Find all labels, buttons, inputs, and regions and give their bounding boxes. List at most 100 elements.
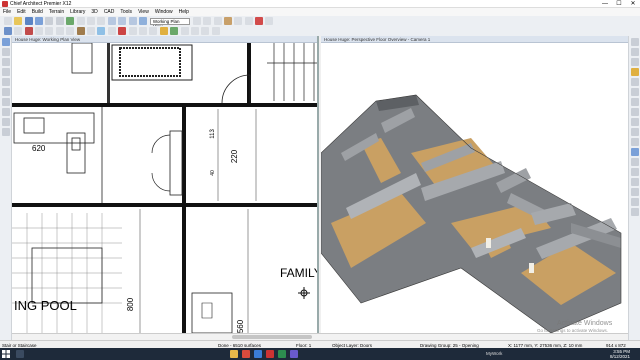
copy-icon[interactable]	[87, 17, 96, 25]
stair-icon[interactable]	[107, 27, 116, 35]
edge-icon[interactable]	[254, 350, 262, 358]
watercolor-icon[interactable]	[631, 168, 639, 176]
grid-icon[interactable]	[2, 98, 10, 106]
select-icon[interactable]	[3, 27, 12, 35]
delete-object-icon[interactable]	[24, 27, 33, 35]
menu-build[interactable]: Build	[29, 8, 46, 15]
reflect-icon[interactable]	[55, 27, 64, 35]
media-icon[interactable]	[290, 350, 298, 358]
export-icon[interactable]	[631, 208, 639, 216]
camera-tools-icon[interactable]	[631, 98, 639, 106]
menu-file[interactable]: File	[0, 8, 14, 15]
snap-icon[interactable]	[2, 108, 10, 116]
terrain-icon[interactable]	[170, 27, 179, 35]
technical-icon[interactable]	[631, 178, 639, 186]
taskbar-app-label[interactable]: MyWork	[486, 351, 502, 356]
zoom-in-icon[interactable]	[107, 17, 116, 25]
floor-down-icon[interactable]	[213, 17, 222, 25]
search-icon[interactable]	[16, 350, 24, 358]
menu-window[interactable]: Window	[152, 8, 176, 15]
menu-library[interactable]: Library	[67, 8, 88, 15]
dollhouse-icon[interactable]	[631, 128, 639, 136]
paste-icon[interactable]	[97, 17, 106, 25]
move-icon[interactable]	[45, 27, 54, 35]
orbit-icon[interactable]	[2, 58, 10, 66]
library-icon[interactable]	[149, 27, 158, 35]
print-icon[interactable]	[35, 17, 44, 25]
horizontal-scrollbar[interactable]	[12, 333, 628, 340]
save-icon[interactable]	[24, 17, 33, 25]
backdrop-icon[interactable]	[631, 78, 639, 86]
glass-house-icon[interactable]	[631, 158, 639, 166]
chrome-icon[interactable]	[242, 350, 250, 358]
menu-edit[interactable]: Edit	[14, 8, 29, 15]
cad-line-icon[interactable]	[138, 27, 147, 35]
help-icon[interactable]	[265, 17, 274, 25]
file-explorer-icon[interactable]	[230, 350, 238, 358]
overview-icon[interactable]	[631, 138, 639, 146]
fill-window-icon[interactable]	[128, 17, 137, 25]
cut-icon[interactable]	[76, 17, 85, 25]
walk-icon[interactable]	[2, 68, 10, 76]
text-icon[interactable]	[234, 17, 243, 25]
window-tool-icon[interactable]	[97, 27, 106, 35]
delete-icon[interactable]	[255, 17, 264, 25]
menu-terrain[interactable]: Terrain	[46, 8, 67, 15]
light-icon[interactable]	[631, 68, 639, 76]
vision-icon[interactable]	[631, 148, 639, 156]
scrollbar-thumb[interactable]	[232, 335, 312, 339]
electrical-icon[interactable]	[190, 27, 199, 35]
elevation-icon[interactable]	[631, 108, 639, 116]
material-icon[interactable]	[201, 27, 210, 35]
wall-icon[interactable]	[223, 17, 232, 25]
redo-icon[interactable]	[55, 17, 64, 25]
dimension-icon[interactable]	[244, 17, 253, 25]
3d-view-pane[interactable]: House Huge: Perspective Floor Overview -…	[321, 36, 628, 333]
clock[interactable]: 3:55 PM 8/12/2021	[610, 349, 630, 359]
menu-view[interactable]: View	[135, 8, 152, 15]
menu-3d[interactable]: 3D	[88, 8, 100, 15]
select-arrow-icon[interactable]	[2, 38, 10, 46]
render-icon[interactable]	[631, 58, 639, 66]
lighting-icon[interactable]	[159, 27, 168, 35]
toolbar-option-icon[interactable]	[631, 38, 639, 46]
pan-icon[interactable]	[2, 48, 10, 56]
plan-view-pane[interactable]: House Huge: Working Plan View 620 220 80…	[12, 36, 319, 333]
room-icon[interactable]	[128, 27, 137, 35]
measure-icon[interactable]	[2, 88, 10, 96]
line-drawing-icon[interactable]	[631, 188, 639, 196]
layer-icon[interactable]	[192, 17, 201, 25]
view-dropdown[interactable]: Working Plan View	[149, 17, 190, 29]
camera-icon[interactable]	[138, 17, 147, 25]
maximize-button[interactable]: ☐	[612, 0, 626, 8]
align-icon[interactable]	[66, 27, 75, 35]
angle-snap-icon[interactable]	[2, 118, 10, 126]
floor-up-icon[interactable]	[203, 17, 212, 25]
close-button[interactable]: ✕	[626, 0, 640, 8]
layer-display-icon[interactable]	[211, 27, 220, 35]
menu-tools[interactable]: Tools	[117, 8, 135, 15]
material-painter-icon[interactable]	[631, 88, 639, 96]
zoom-box-icon[interactable]	[2, 78, 10, 86]
chief-architect-icon[interactable]	[266, 350, 274, 358]
framing-icon[interactable]	[180, 27, 189, 35]
menu-help[interactable]: Help	[176, 8, 192, 15]
record-icon[interactable]	[631, 198, 639, 206]
plan-view-tab[interactable]: House Huge: Working Plan View	[12, 36, 317, 43]
select-objects-icon[interactable]	[66, 17, 75, 25]
sun-angle-icon[interactable]	[631, 48, 639, 56]
menu-cad[interactable]: CAD	[101, 8, 118, 15]
door-icon[interactable]	[87, 27, 96, 35]
rotate-icon[interactable]	[35, 27, 44, 35]
undo-icon[interactable]	[45, 17, 54, 25]
open-folder-icon[interactable]	[14, 17, 23, 25]
excel-icon[interactable]	[278, 350, 286, 358]
roof-icon[interactable]	[118, 27, 127, 35]
section-icon[interactable]	[631, 118, 639, 126]
edit-icon[interactable]	[14, 27, 23, 35]
new-file-icon[interactable]	[3, 17, 12, 25]
minimize-button[interactable]: —	[598, 0, 612, 8]
cabinet-icon[interactable]	[76, 27, 85, 35]
windows-start-icon[interactable]	[2, 350, 10, 358]
floor-plan-canvas[interactable]	[12, 42, 319, 333]
